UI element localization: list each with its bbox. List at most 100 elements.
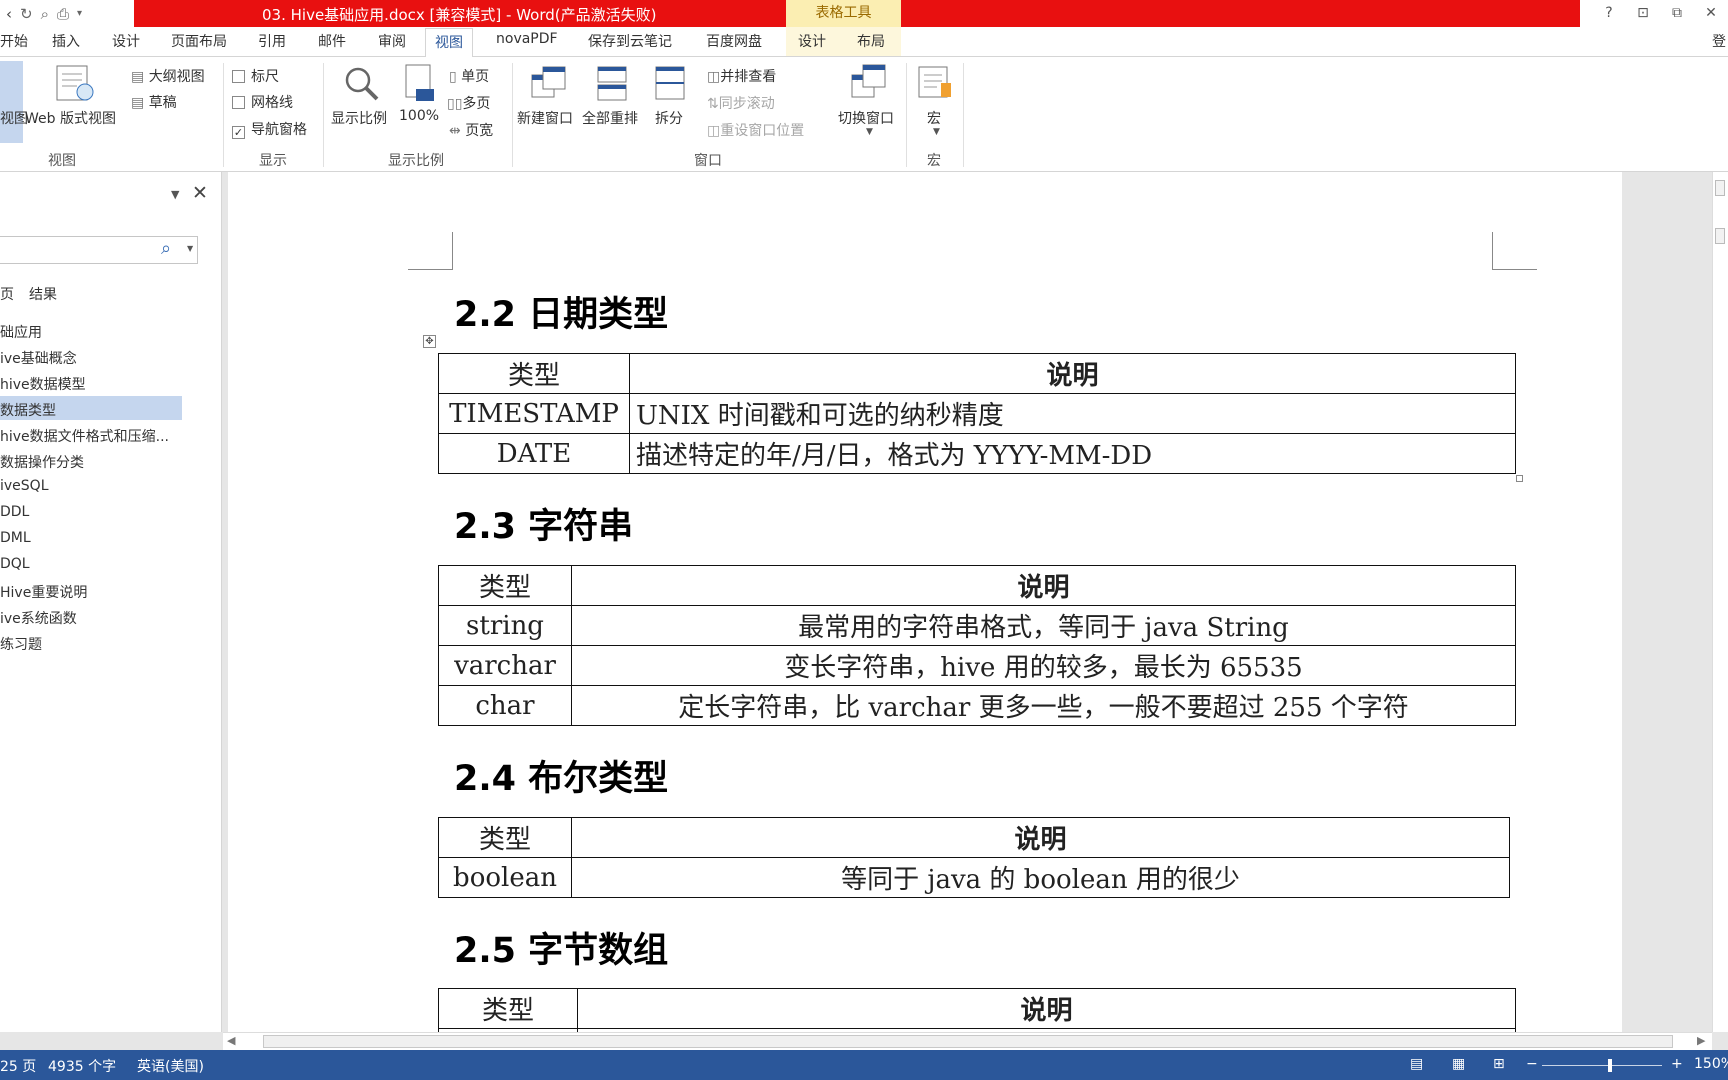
nav-heading-item[interactable]: DDL <box>0 504 29 520</box>
nav-heading-item[interactable]: ive基础概念 <box>0 348 77 368</box>
nav-heading-item[interactable]: Hive重要说明 <box>0 582 87 602</box>
search-icon[interactable]: ⌕ <box>161 238 171 259</box>
horizontal-scrollbar[interactable]: ◀ ▶ <box>223 1032 1712 1050</box>
draft-view-button[interactable]: ▤ 草稿 <box>131 92 177 112</box>
customize-qat-icon[interactable]: ▾ <box>77 8 82 19</box>
word-count[interactable]: 4935 个字 <box>48 1056 116 1076</box>
macros-button[interactable]: 宏 <box>927 108 941 128</box>
nav-tab-pages[interactable]: 页 <box>0 284 14 304</box>
arrange-all-button[interactable]: 全部重排 <box>582 108 638 128</box>
printer-icon[interactable]: ⎙ <box>57 5 69 23</box>
tab-home[interactable]: 开始 <box>0 31 28 51</box>
nav-pane-close-icon[interactable]: ✕ <box>192 182 208 204</box>
search-dropdown-icon[interactable]: ▼ <box>187 244 193 253</box>
ruler-checkbox[interactable]: 标尺 <box>232 66 279 86</box>
outline-view-button[interactable]: ▤ 大纲视图 <box>131 66 205 86</box>
gridlines-checkbox[interactable]: 网格线 <box>232 92 293 112</box>
header-cell-type[interactable]: 类型 <box>438 565 572 606</box>
vertical-scrollbar[interactable] <box>1712 172 1728 1032</box>
document-area[interactable]: 2.2 日期类型 ✥ 类型 说明 TIMESTAMP UNIX 时间戳和可选的纳… <box>223 172 1712 1032</box>
desc-cell[interactable]: 等同于 java 的 boolean 用的很少 <box>571 857 1510 898</box>
read-mode-button[interactable]: 视图 <box>0 108 28 128</box>
ribbon-display-icon[interactable]: ⊡ <box>1626 0 1660 27</box>
sign-in-link[interactable]: 登 <box>1712 31 1726 51</box>
desc-cell[interactable]: UNIX 时间戳和可选的纳秒精度 <box>629 393 1516 434</box>
help-icon[interactable]: ? <box>1592 0 1626 27</box>
header-cell-desc[interactable]: 说明 <box>571 565 1516 606</box>
header-cell-desc[interactable]: 说明 <box>571 817 1510 858</box>
tab-insert[interactable]: 插入 <box>52 31 80 51</box>
scroll-left-icon[interactable]: ◀ <box>227 1034 235 1047</box>
macros-dropdown-icon[interactable]: ▼ <box>933 127 940 137</box>
tab-novapdf[interactable]: novaPDF <box>496 31 558 47</box>
read-mode-icon[interactable]: ▤ <box>1410 1056 1423 1072</box>
one-page-button[interactable]: ▯ 单页 <box>449 66 489 86</box>
nav-search-input[interactable]: ⌕ ▼ <box>0 236 198 264</box>
desc-cell[interactable]: 定长字符串，比 varchar 更多一些，一般不要超过 255 个字符 <box>571 685 1516 726</box>
zoom-slider-thumb[interactable] <box>1607 1059 1612 1072</box>
nav-tab-results[interactable]: 结果 <box>29 284 57 304</box>
zoom-level[interactable]: 150% <box>1694 1056 1728 1072</box>
vertical-scroll-marker[interactable] <box>1715 228 1725 244</box>
tab-table-design[interactable]: 设计 <box>798 31 826 51</box>
web-layout-button[interactable]: Web 版式视图 <box>25 108 116 128</box>
tab-mailings[interactable]: 邮件 <box>318 31 346 51</box>
table-resize-handle[interactable] <box>1516 475 1523 482</box>
nav-heading-item[interactable]: hive数据模型 <box>0 374 86 394</box>
restore-icon[interactable]: ⧉ <box>1660 0 1694 27</box>
split-button[interactable]: 拆分 <box>655 108 683 128</box>
nav-heading-item[interactable]: 练习题 <box>0 634 42 654</box>
desc-cell[interactable]: 描述特定的年/月/日，格式为 YYYY-MM-DD <box>629 433 1516 474</box>
nav-heading-item[interactable]: iveSQL <box>0 478 49 494</box>
nav-heading-item[interactable]: 数据类型 <box>0 400 56 420</box>
tab-view[interactable]: 视图 <box>425 28 473 58</box>
tab-table-layout[interactable]: 布局 <box>857 31 885 51</box>
type-cell[interactable]: string <box>438 605 572 646</box>
nav-heading-item[interactable]: 数据操作分类 <box>0 452 84 472</box>
multi-page-button[interactable]: ▯▯多页 <box>447 93 490 113</box>
print-preview-icon[interactable]: ⌕ <box>41 5 49 23</box>
nav-heading-item[interactable]: 础应用 <box>0 322 42 342</box>
header-cell-desc[interactable]: 说明 <box>629 353 1516 394</box>
page-count[interactable]: 25 页 <box>0 1056 36 1076</box>
language-indicator[interactable]: 英语(美国) <box>137 1056 204 1076</box>
save-icon[interactable]: ‹ <box>6 5 12 23</box>
header-cell-type[interactable]: 类型 <box>438 988 578 1029</box>
type-cell[interactable]: DATE <box>438 433 630 474</box>
header-cell-type[interactable]: 类型 <box>438 817 572 858</box>
new-window-button[interactable]: 新建窗口 <box>517 108 573 128</box>
nav-heading-item[interactable]: ive系统函数 <box>0 608 77 628</box>
table-move-handle-icon[interactable]: ✥ <box>423 335 436 348</box>
type-cell[interactable]: varchar <box>438 645 572 686</box>
nav-pane-checkbox[interactable]: ✓ 导航窗格 <box>232 119 307 139</box>
hundred-percent-button[interactable]: 100% <box>399 108 439 124</box>
zoom-in-icon[interactable]: + <box>1671 1056 1683 1072</box>
desc-cell[interactable]: 变长字符串，hive 用的较多，最长为 65535 <box>571 645 1516 686</box>
document-page[interactable]: 2.2 日期类型 ✥ 类型 说明 TIMESTAMP UNIX 时间戳和可选的纳… <box>228 172 1622 1032</box>
web-layout-status-icon[interactable]: ⊞ <box>1493 1056 1505 1072</box>
tab-save-to-cloud[interactable]: 保存到云笔记 <box>588 31 672 51</box>
zoom-slider-track[interactable] <box>1542 1065 1662 1066</box>
side-by-side-button[interactable]: ◫并排查看 <box>707 66 776 86</box>
header-cell-desc[interactable]: 说明 <box>577 988 1516 1029</box>
tab-design[interactable]: 设计 <box>112 31 140 51</box>
tab-review[interactable]: 审阅 <box>378 31 406 51</box>
nav-heading-item[interactable]: DQL <box>0 556 30 572</box>
nav-heading-item[interactable]: DML <box>0 530 31 546</box>
header-cell-type[interactable]: 类型 <box>438 353 630 394</box>
scroll-right-icon[interactable]: ▶ <box>1697 1034 1705 1047</box>
close-icon[interactable]: ✕ <box>1694 0 1728 27</box>
horizontal-scroll-thumb[interactable] <box>263 1035 1673 1048</box>
type-cell[interactable]: boolean <box>438 857 572 898</box>
switch-windows-dropdown-icon[interactable]: ▼ <box>866 127 873 137</box>
nav-heading-item[interactable]: hive数据文件格式和压缩... <box>0 426 169 446</box>
redo-icon[interactable]: ↻ <box>20 5 33 23</box>
vertical-scroll-thumb[interactable] <box>1715 180 1725 196</box>
type-cell[interactable]: char <box>438 685 572 726</box>
zoom-button[interactable]: 显示比例 <box>331 108 387 128</box>
print-layout-icon[interactable]: ▦ <box>1452 1056 1465 1072</box>
zoom-out-icon[interactable]: − <box>1526 1056 1538 1072</box>
tab-page-layout[interactable]: 页面布局 <box>171 31 227 51</box>
switch-windows-button[interactable]: 切换窗口 <box>838 108 894 128</box>
reset-window-position-button[interactable]: ◫重设窗口位置 <box>707 120 804 140</box>
